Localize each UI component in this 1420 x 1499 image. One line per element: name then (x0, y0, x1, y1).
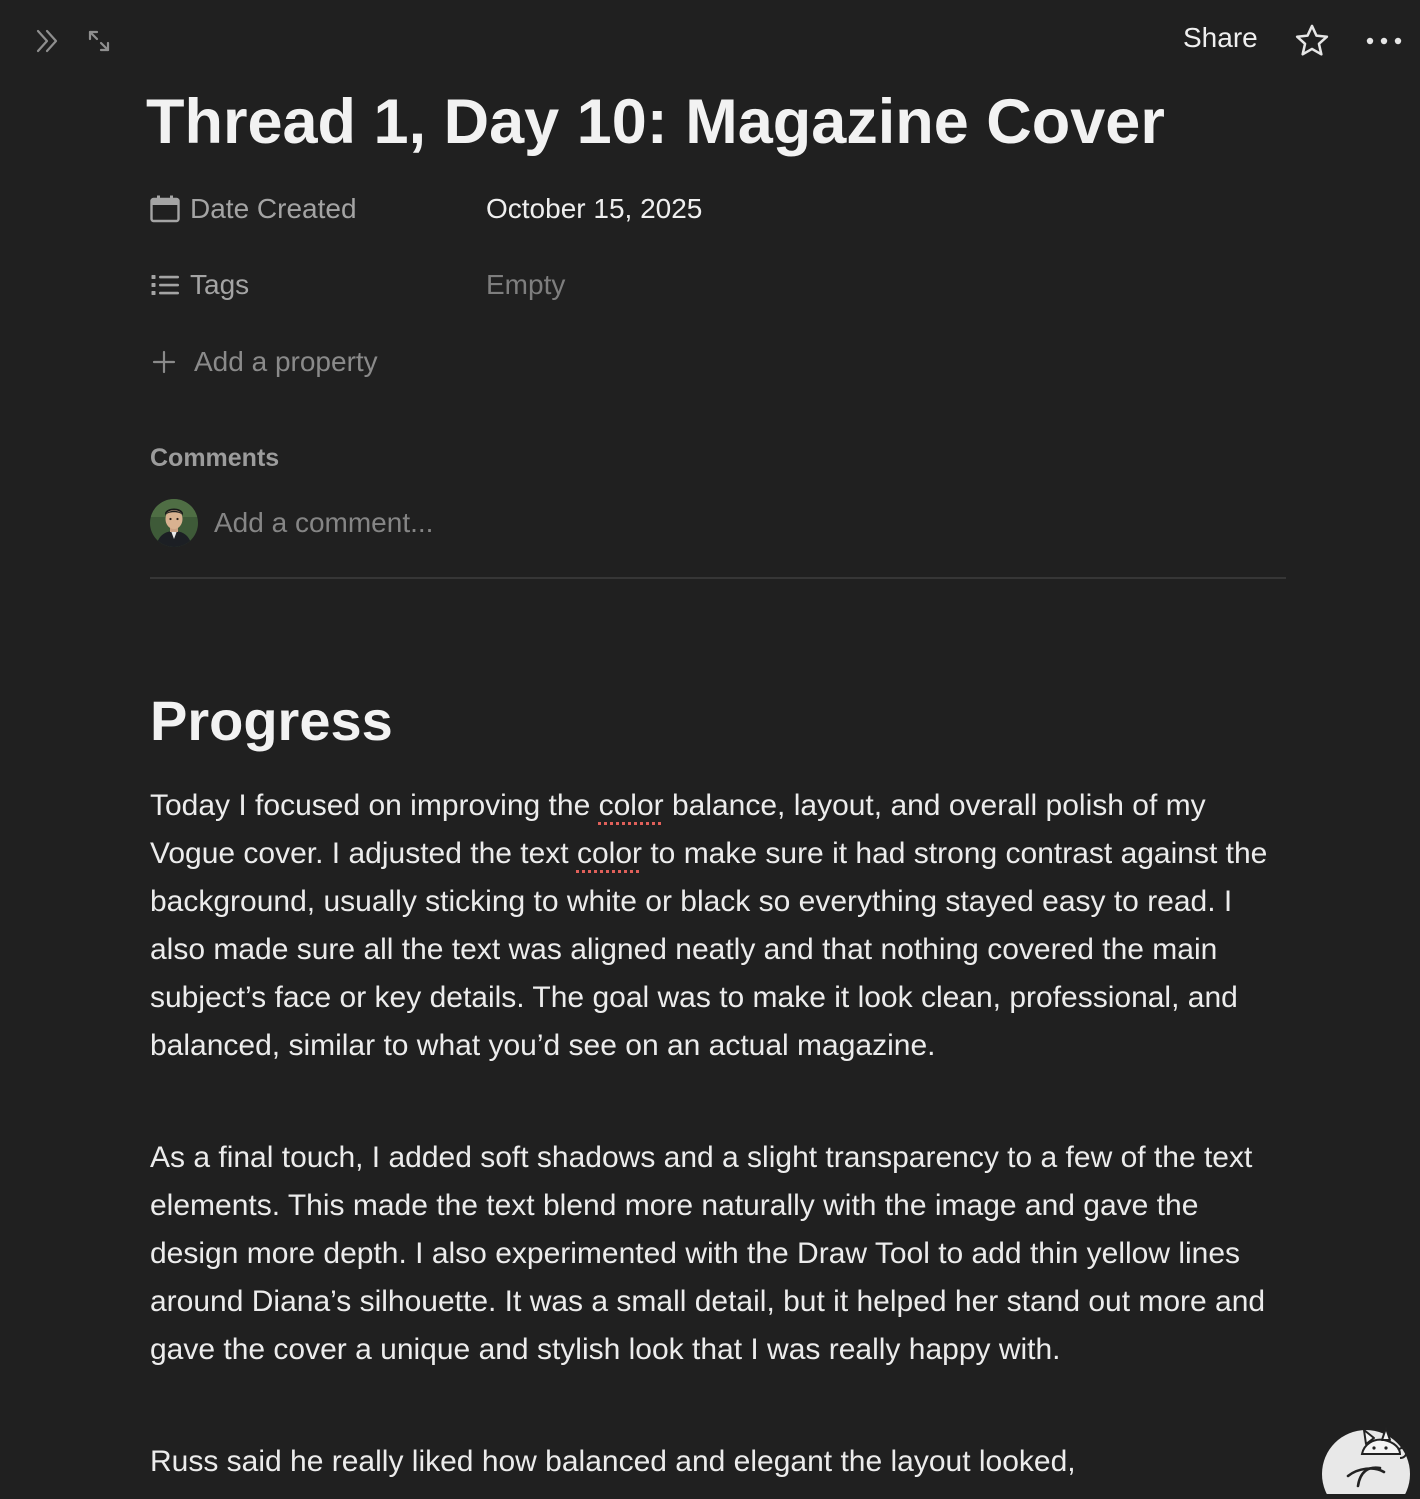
top-bar: Share (0, 0, 1420, 80)
property-value-date-created[interactable]: October 15, 2025 (486, 189, 702, 229)
more-horizontal-icon[interactable] (1362, 24, 1406, 58)
expand-diagonal-icon[interactable] (82, 24, 116, 58)
spellcheck-word[interactable]: color (599, 789, 664, 822)
list-icon (150, 270, 180, 300)
property-row-tags: Tags Empty (150, 265, 1050, 305)
property-label-text: Date Created (190, 193, 357, 224)
add-property-label: Add a property (194, 346, 378, 377)
add-property-button[interactable]: Add a property (150, 342, 378, 382)
paragraph-text: to make sure it had strong contrast agai… (150, 837, 1268, 1062)
page-title[interactable]: Thread 1, Day 10: Magazine Cover (146, 86, 1165, 158)
property-value-tags[interactable]: Empty (486, 265, 565, 305)
star-icon[interactable] (1291, 20, 1333, 62)
property-label-tags[interactable]: Tags (150, 265, 249, 305)
spellcheck-word[interactable]: color (577, 837, 642, 870)
paragraph-text: Today I focused on improving the (150, 789, 599, 822)
property-label-text: Tags (190, 269, 250, 300)
property-row-date-created: Date Created October 15, 2025 (150, 189, 1050, 229)
divider (150, 577, 1286, 579)
paragraph-3[interactable]: Russ said he really liked how balanced a… (150, 1438, 1275, 1486)
comments-heading: Comments (150, 444, 280, 472)
progress-heading[interactable]: Progress (150, 688, 393, 754)
comment-input[interactable] (214, 507, 714, 539)
property-label-date-created[interactable]: Date Created (150, 189, 357, 229)
avatar (150, 499, 198, 547)
calendar-icon (150, 194, 180, 224)
double-chevron-right-icon[interactable] (30, 24, 64, 58)
help-assistant-button[interactable] (1318, 1408, 1418, 1499)
paragraph-2[interactable]: As a final touch, I added soft shadows a… (150, 1134, 1275, 1374)
share-button[interactable]: Share (1183, 22, 1258, 54)
comment-row (150, 499, 714, 547)
paragraph-1[interactable]: Today I focused on improving the color b… (150, 782, 1275, 1070)
plus-icon (150, 348, 178, 376)
